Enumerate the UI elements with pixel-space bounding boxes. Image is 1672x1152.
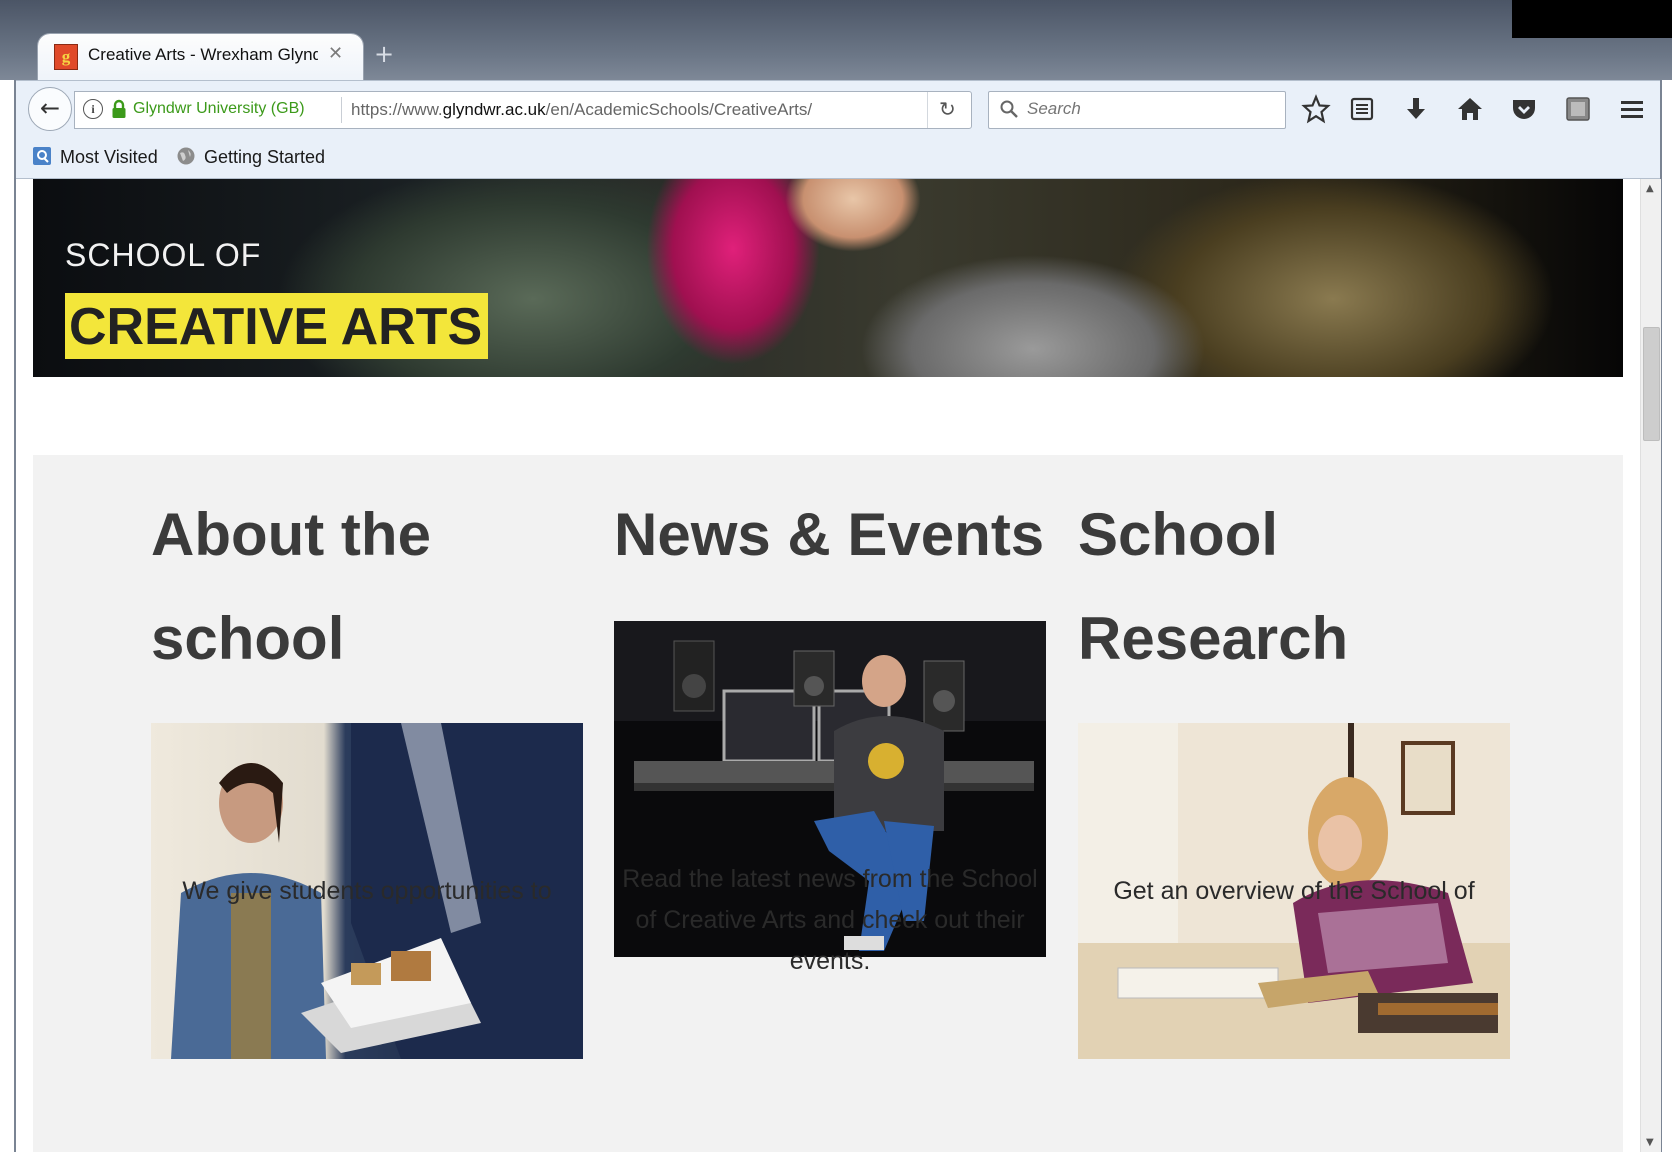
scroll-up-arrow-icon[interactable]: ▲ xyxy=(1646,183,1654,194)
bookmark-label: Getting Started xyxy=(204,147,326,167)
reload-separator xyxy=(927,92,928,128)
hero-kicker: SCHOOL OF xyxy=(65,237,262,273)
scroll-thumb[interactable] xyxy=(1643,327,1660,441)
globe-icon xyxy=(177,147,195,165)
menu-icon[interactable] xyxy=(1616,93,1648,125)
news-events-heading[interactable]: News & Events xyxy=(614,483,1054,587)
url-text[interactable]: https://www.glyndwr.ac.uk/en/AcademicSch… xyxy=(351,100,812,120)
bookmark-most-visited[interactable]: Most Visited xyxy=(32,146,158,168)
back-button[interactable]: ← xyxy=(28,87,72,131)
site-favicon-icon: g xyxy=(54,44,78,70)
tab-close-icon[interactable]: ✕ xyxy=(328,43,343,64)
reading-list-icon[interactable] xyxy=(1346,93,1378,125)
about-school-text: We give students opportunities to xyxy=(182,877,552,905)
school-sections: About the school We give students opport… xyxy=(33,455,1623,1152)
search-icon xyxy=(1000,100,1018,118)
navigation-toolbar: ← i Glyndwr University (GB) https://www.… xyxy=(16,80,1660,139)
hero-banner: SCHOOL OF CREATIVE ARTS xyxy=(33,179,1623,377)
address-bar[interactable]: i Glyndwr University (GB) https://www.gl… xyxy=(74,91,972,129)
window-corner xyxy=(1512,0,1672,38)
tab-title: Creative Arts - Wrexham Glyndwr Universi… xyxy=(88,45,318,64)
lock-icon xyxy=(112,99,126,118)
window-titlebar: g Creative Arts - Wrexham Glyndwr Univer… xyxy=(0,0,1672,82)
scroll-down-arrow-icon[interactable]: ▼ xyxy=(1646,1137,1654,1148)
about-school-heading[interactable]: About the school xyxy=(151,483,591,691)
bookmark-label: Most Visited xyxy=(60,147,158,167)
downloads-icon[interactable] xyxy=(1400,93,1432,125)
url-path: /en/AcademicSchools/CreativeArts/ xyxy=(545,100,813,119)
browser-tab[interactable]: g Creative Arts - Wrexham Glyndwr Univer… xyxy=(38,34,363,82)
search-bar[interactable] xyxy=(988,91,1286,129)
site-identity-label[interactable]: Glyndwr University (GB) xyxy=(133,100,305,118)
info-icon[interactable]: i xyxy=(83,99,103,119)
url-prefix: https://www. xyxy=(351,100,443,119)
bookmark-getting-started[interactable]: Getting Started xyxy=(176,146,325,168)
bookmark-star-icon[interactable] xyxy=(1300,93,1332,125)
hero-title: CREATIVE ARTS xyxy=(65,293,489,359)
new-tab-icon[interactable]: + xyxy=(374,40,394,68)
vertical-scrollbar[interactable]: ▲ ▼ xyxy=(1640,179,1661,1152)
search-input[interactable] xyxy=(1025,98,1279,120)
pocket-icon[interactable] xyxy=(1508,93,1540,125)
url-domain: glyndwr.ac.uk xyxy=(442,100,546,119)
extension-icon[interactable] xyxy=(1562,93,1594,125)
page-viewport: SCHOOL OF CREATIVE ARTS About the school xyxy=(16,179,1640,1152)
reload-icon[interactable]: ↻ xyxy=(939,97,956,121)
url-separator xyxy=(341,97,342,123)
school-research-text: Get an overview of the School of xyxy=(1113,877,1475,905)
bookmarks-toolbar: Most Visited Getting Started xyxy=(16,138,1660,179)
home-icon[interactable] xyxy=(1454,93,1486,125)
school-research-heading[interactable]: School Research xyxy=(1078,483,1518,691)
news-events-text: Read the latest news from the School of … xyxy=(622,865,1038,975)
most-visited-icon xyxy=(33,147,51,165)
